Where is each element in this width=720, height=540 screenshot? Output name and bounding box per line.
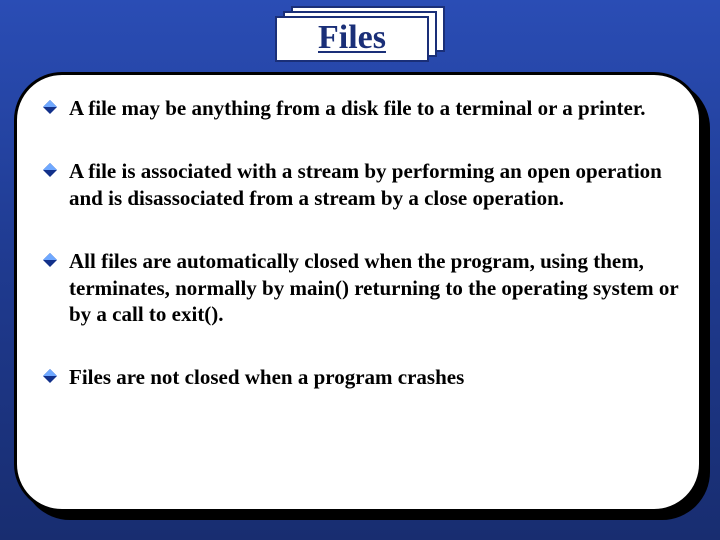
bullet-text: A file is associated with a stream by pe… — [69, 159, 662, 210]
diamond-bullet-icon — [43, 163, 57, 177]
slide-canvas: Files A file may be anything from a disk… — [0, 0, 720, 540]
title-box-front: Files — [275, 16, 429, 62]
diamond-bullet-icon — [43, 369, 57, 383]
bullet-list: A file may be anything from a disk file … — [43, 95, 681, 391]
list-item: Files are not closed when a program cras… — [43, 364, 681, 391]
list-item: A file is associated with a stream by pe… — [43, 158, 681, 212]
bullet-text: All files are automatically closed when … — [69, 249, 678, 327]
content-panel: A file may be anything from a disk file … — [14, 72, 702, 512]
list-item: All files are automatically closed when … — [43, 248, 681, 329]
list-item: A file may be anything from a disk file … — [43, 95, 681, 122]
slide-title: Files — [277, 18, 427, 58]
bullet-text: Files are not closed when a program cras… — [69, 365, 464, 389]
title-stacked-boxes: Files — [275, 6, 445, 62]
bullet-text: A file may be anything from a disk file … — [69, 96, 646, 120]
diamond-bullet-icon — [43, 100, 57, 114]
diamond-bullet-icon — [43, 253, 57, 267]
